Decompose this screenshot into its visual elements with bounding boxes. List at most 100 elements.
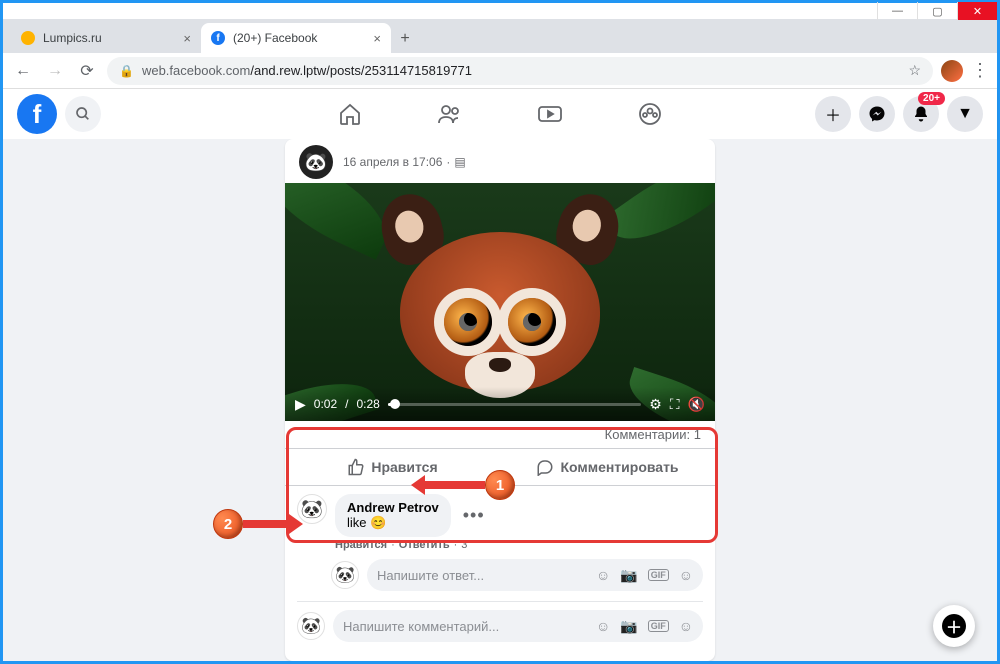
profile-avatar-button[interactable] <box>941 60 963 82</box>
video-progress-bar[interactable] <box>388 403 641 406</box>
browser-menu-button[interactable]: ⋮ <box>971 60 989 81</box>
annotation-marker-1: 1 <box>485 470 515 500</box>
thumbs-up-icon <box>347 458 365 476</box>
comment-options-button[interactable]: ••• <box>463 505 485 526</box>
plus-icon: ＋ <box>942 614 966 638</box>
favicon-lumpics <box>21 31 35 45</box>
post-author-avatar[interactable]: 🐼 <box>299 145 333 179</box>
url-domain: web.facebook.com <box>142 63 250 78</box>
fb-center-nav <box>330 102 670 126</box>
bell-icon <box>912 105 930 123</box>
comment-item: 🐼 Andrew Petrov like 😊 ••• <box>297 494 703 537</box>
comment-actions: Нравится · Ответить · 3 <box>335 539 703 551</box>
video-thumbnail-panda <box>390 202 610 402</box>
comments-count[interactable]: Комментарии: 1 <box>605 427 701 442</box>
video-fullscreen-button[interactable]: ⛶ <box>670 396 680 413</box>
gif-icon[interactable]: GIF <box>648 569 669 581</box>
browser-tab-inactive[interactable]: Lumpics.ru × <box>11 23 201 53</box>
url-input[interactable]: 🔒 web.facebook.com/and.rew.lptw/posts/25… <box>107 57 933 85</box>
video-current-time: 0:02 <box>314 397 337 411</box>
annotation-arrow-2: 2 <box>213 509 303 539</box>
sticker-icon[interactable]: ☺ <box>679 567 693 583</box>
fb-account-menu-button[interactable]: ▼ <box>947 96 983 132</box>
tab-title: Lumpics.ru <box>43 31 175 45</box>
fb-header: f ＋ 20+ ▼ <box>3 89 997 139</box>
groups-icon <box>638 102 662 126</box>
camera-icon[interactable]: 📷 <box>620 618 637 635</box>
fb-tab-groups[interactable] <box>630 102 670 126</box>
camera-icon[interactable]: 📷 <box>620 567 637 584</box>
reply-placeholder: Напишите ответ... <box>377 568 596 583</box>
friends-icon <box>437 102 463 126</box>
comments-section: 🐼 Andrew Petrov like 😊 ••• Нравится · От… <box>285 486 715 652</box>
comment-button[interactable]: Комментировать <box>500 449 715 485</box>
annotation-arrow-1: 1 <box>411 470 515 500</box>
video-duration: 0:28 <box>356 397 379 411</box>
window-titlebar: — ▢ ✕ <box>3 3 997 19</box>
emoji-icon[interactable]: ☺ <box>596 618 610 634</box>
fb-search-button[interactable] <box>65 96 101 132</box>
comment-bubble: Andrew Petrov like 😊 <box>335 494 451 537</box>
sticker-icon[interactable]: ☺ <box>679 618 693 634</box>
window-close-button[interactable]: ✕ <box>957 2 997 20</box>
reply-input-avatar[interactable]: 🐼 <box>331 561 359 589</box>
reply-input[interactable]: Напишите ответ... ☺ 📷 GIF ☺ <box>367 559 703 591</box>
video-controls: ▶ 0:02 / 0:28 ⚙ ⛶ 🔇 <box>285 387 715 421</box>
watch-icon <box>537 102 563 126</box>
post-video[interactable]: ▶ 0:02 / 0:28 ⚙ ⛶ 🔇 <box>285 183 715 421</box>
video-settings-button[interactable]: ⚙ <box>649 396 662 413</box>
favicon-facebook: f <box>211 31 225 45</box>
comment-input[interactable]: Напишите комментарий... ☺ 📷 GIF ☺ <box>333 610 703 642</box>
post-meta: 16 апреля в 17:06 · ▤ <box>343 155 466 169</box>
url-path: /and.rew.lptw/posts/253114715819771 <box>250 63 472 78</box>
browser-address-bar: ← → ⟳ 🔒 web.facebook.com/and.rew.lptw/po… <box>3 53 997 89</box>
search-icon <box>75 106 91 122</box>
emoji-icon[interactable]: ☺ <box>596 567 610 583</box>
home-icon <box>338 102 362 126</box>
floating-compose-button[interactable]: ＋ <box>933 605 975 647</box>
comment-icon <box>536 458 554 476</box>
privacy-icon[interactable]: ▤ <box>454 155 465 169</box>
fb-create-button[interactable]: ＋ <box>815 96 851 132</box>
comment-text: like 😊 <box>347 515 439 531</box>
fb-tab-friends[interactable] <box>430 102 470 126</box>
nav-forward-button[interactable]: → <box>43 59 67 83</box>
notification-badge: 20+ <box>918 92 945 105</box>
comment-author[interactable]: Andrew Petrov <box>347 500 439 515</box>
post-stats: Комментарии: 1 <box>285 421 715 448</box>
decorative-leaf <box>602 183 715 260</box>
fb-logo[interactable]: f <box>17 94 57 134</box>
comment-label: Комментировать <box>560 459 678 475</box>
comment-time: 3 <box>461 539 467 551</box>
nav-back-button[interactable]: ← <box>11 59 35 83</box>
nav-reload-button[interactable]: ⟳ <box>75 59 99 83</box>
play-button[interactable]: ▶ <box>295 396 306 413</box>
fb-tab-watch[interactable] <box>530 102 570 126</box>
fb-notifications-button[interactable]: 20+ <box>903 96 939 132</box>
bookmark-star-icon[interactable]: ☆ <box>908 62 921 79</box>
video-mute-button[interactable]: 🔇 <box>688 396 705 413</box>
comment-like-link[interactable]: Нравится <box>335 539 387 551</box>
tab-close-icon[interactable]: × <box>183 31 191 46</box>
tab-title: (20+) Facebook <box>233 31 365 45</box>
post-header: 🐼 16 апреля в 17:06 · ▤ <box>285 139 715 183</box>
lock-icon: 🔒 <box>119 64 134 78</box>
gif-icon[interactable]: GIF <box>648 620 669 632</box>
separator <box>297 601 703 602</box>
comment-input-row: 🐼 Напишите комментарий... ☺ 📷 GIF ☺ <box>297 610 703 642</box>
window-maximize-button[interactable]: ▢ <box>917 2 957 20</box>
tab-close-icon[interactable]: × <box>373 31 381 46</box>
window-minimize-button[interactable]: — <box>877 2 917 20</box>
new-tab-button[interactable]: + <box>391 25 419 53</box>
comment-placeholder: Напишите комментарий... <box>343 619 596 634</box>
post-date: 16 апреля в 17:06 <box>343 155 442 169</box>
comment-input-avatar[interactable]: 🐼 <box>297 612 325 640</box>
fb-messenger-button[interactable] <box>859 96 895 132</box>
fb-header-right: ＋ 20+ ▼ <box>815 96 983 132</box>
browser-tab-active[interactable]: f (20+) Facebook × <box>201 23 391 53</box>
comment-reply-link[interactable]: Ответить <box>399 539 450 551</box>
reply-input-row: 🐼 Напишите ответ... ☺ 📷 GIF ☺ <box>331 559 703 591</box>
fb-tab-home[interactable] <box>330 102 370 126</box>
post-card: 🐼 16 апреля в 17:06 · ▤ <box>285 139 715 661</box>
browser-tabstrip: Lumpics.ru × f (20+) Facebook × + <box>3 19 997 53</box>
